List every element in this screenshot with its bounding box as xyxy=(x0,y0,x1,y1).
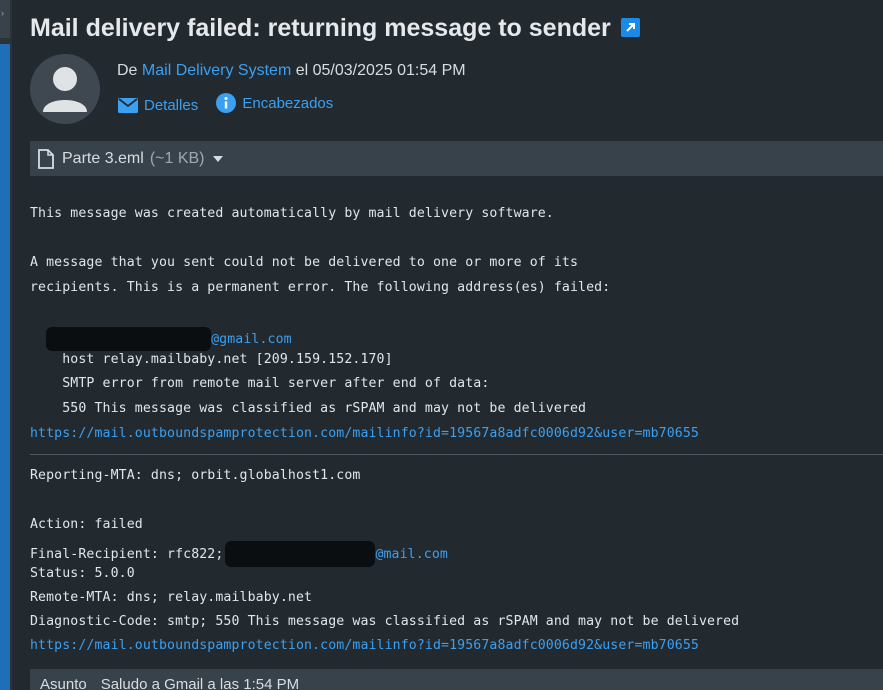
spam-info-url-2: https://mail.outboundspamprotection.com/… xyxy=(30,638,699,653)
status-line: Status: 5.0.0 xyxy=(30,566,135,581)
spam-info-url: https://mail.outboundspamprotection.com/… xyxy=(30,426,699,441)
smtp-error-line: SMTP error from remote mail server after… xyxy=(30,376,490,391)
spam-info-link-2[interactable]: https://mail.outboundspamprotection.com/… xyxy=(30,638,699,653)
attachment-bar[interactable]: Parte 3.eml (~1 KB) xyxy=(30,141,883,176)
headers-label: Encabezados xyxy=(242,94,334,112)
final-recipient-domain[interactable]: @mail.com xyxy=(375,547,448,562)
left-panel-strip: › xyxy=(0,0,12,690)
diagnostic-code-line: Diagnostic-Code: smtp; 550 This message … xyxy=(30,614,740,629)
spam-info-link[interactable]: https://mail.outboundspamprotection.com/… xyxy=(30,426,699,441)
message-date: el 05/03/2025 01:54 PM xyxy=(291,62,466,79)
reporting-mta-line: Reporting-MTA: dns; orbit.globalhost1.co… xyxy=(30,468,361,483)
body-line-1: This message was created automatically b… xyxy=(30,206,554,221)
caret-down-icon[interactable] xyxy=(212,155,223,162)
envelope-icon xyxy=(118,98,138,113)
from-prefix: De xyxy=(117,62,142,79)
body-line-2: A message that you sent could not be del… xyxy=(30,255,579,270)
subject-footer: Asunto Saludo a Gmail a las 1:54 PM xyxy=(30,669,883,690)
chevron-icon: › xyxy=(1,8,4,18)
host-line: host relay.mailbaby.net [209.159.152.170… xyxy=(30,352,393,367)
remote-mta-line: Remote-MTA: dns; relay.mailbaby.net xyxy=(30,590,313,605)
subject-text: Mail delivery failed: returning message … xyxy=(30,14,611,42)
failed-recipient[interactable]: @gmail.com xyxy=(30,327,292,351)
action-line: Action: failed xyxy=(30,517,143,532)
sender-link[interactable]: Mail Delivery System xyxy=(142,62,291,79)
body-divider xyxy=(30,454,883,455)
selection-accent-bar xyxy=(0,44,10,690)
details-button[interactable]: Detalles xyxy=(118,97,198,114)
open-external-icon[interactable] xyxy=(620,17,640,37)
file-icon xyxy=(38,148,54,169)
details-label: Detalles xyxy=(144,97,199,114)
recipient-domain: @gmail.com xyxy=(211,332,292,347)
error-code-line: 550 This message was classified as rSPAM… xyxy=(30,401,587,416)
attachment-name: Parte 3.eml xyxy=(62,149,144,167)
headers-button[interactable]: Encabezados xyxy=(216,93,333,113)
redacted-address xyxy=(46,327,212,351)
message-actions: Detalles Encabezados xyxy=(118,93,347,117)
body-line-3: recipients. This is a permanent error. T… xyxy=(30,280,611,295)
attachment-size: (~1 KB) xyxy=(149,149,205,167)
final-recipient-prefix: Final-Recipient: rfc822; xyxy=(30,547,224,562)
collapse-tab[interactable]: › xyxy=(0,0,10,38)
message-subject: Mail delivery failed: returning message … xyxy=(30,14,640,43)
person-avatar-icon xyxy=(30,54,100,124)
from-line: De Mail Delivery System el 05/03/2025 01… xyxy=(117,62,466,80)
redacted-final-recipient xyxy=(225,541,376,567)
footer-label: Asunto xyxy=(40,676,87,690)
info-icon xyxy=(216,93,237,113)
footer-value: Saludo a Gmail a las 1:54 PM xyxy=(100,676,300,690)
final-recipient-line: Final-Recipient: rfc822; @mail.com xyxy=(30,541,448,567)
